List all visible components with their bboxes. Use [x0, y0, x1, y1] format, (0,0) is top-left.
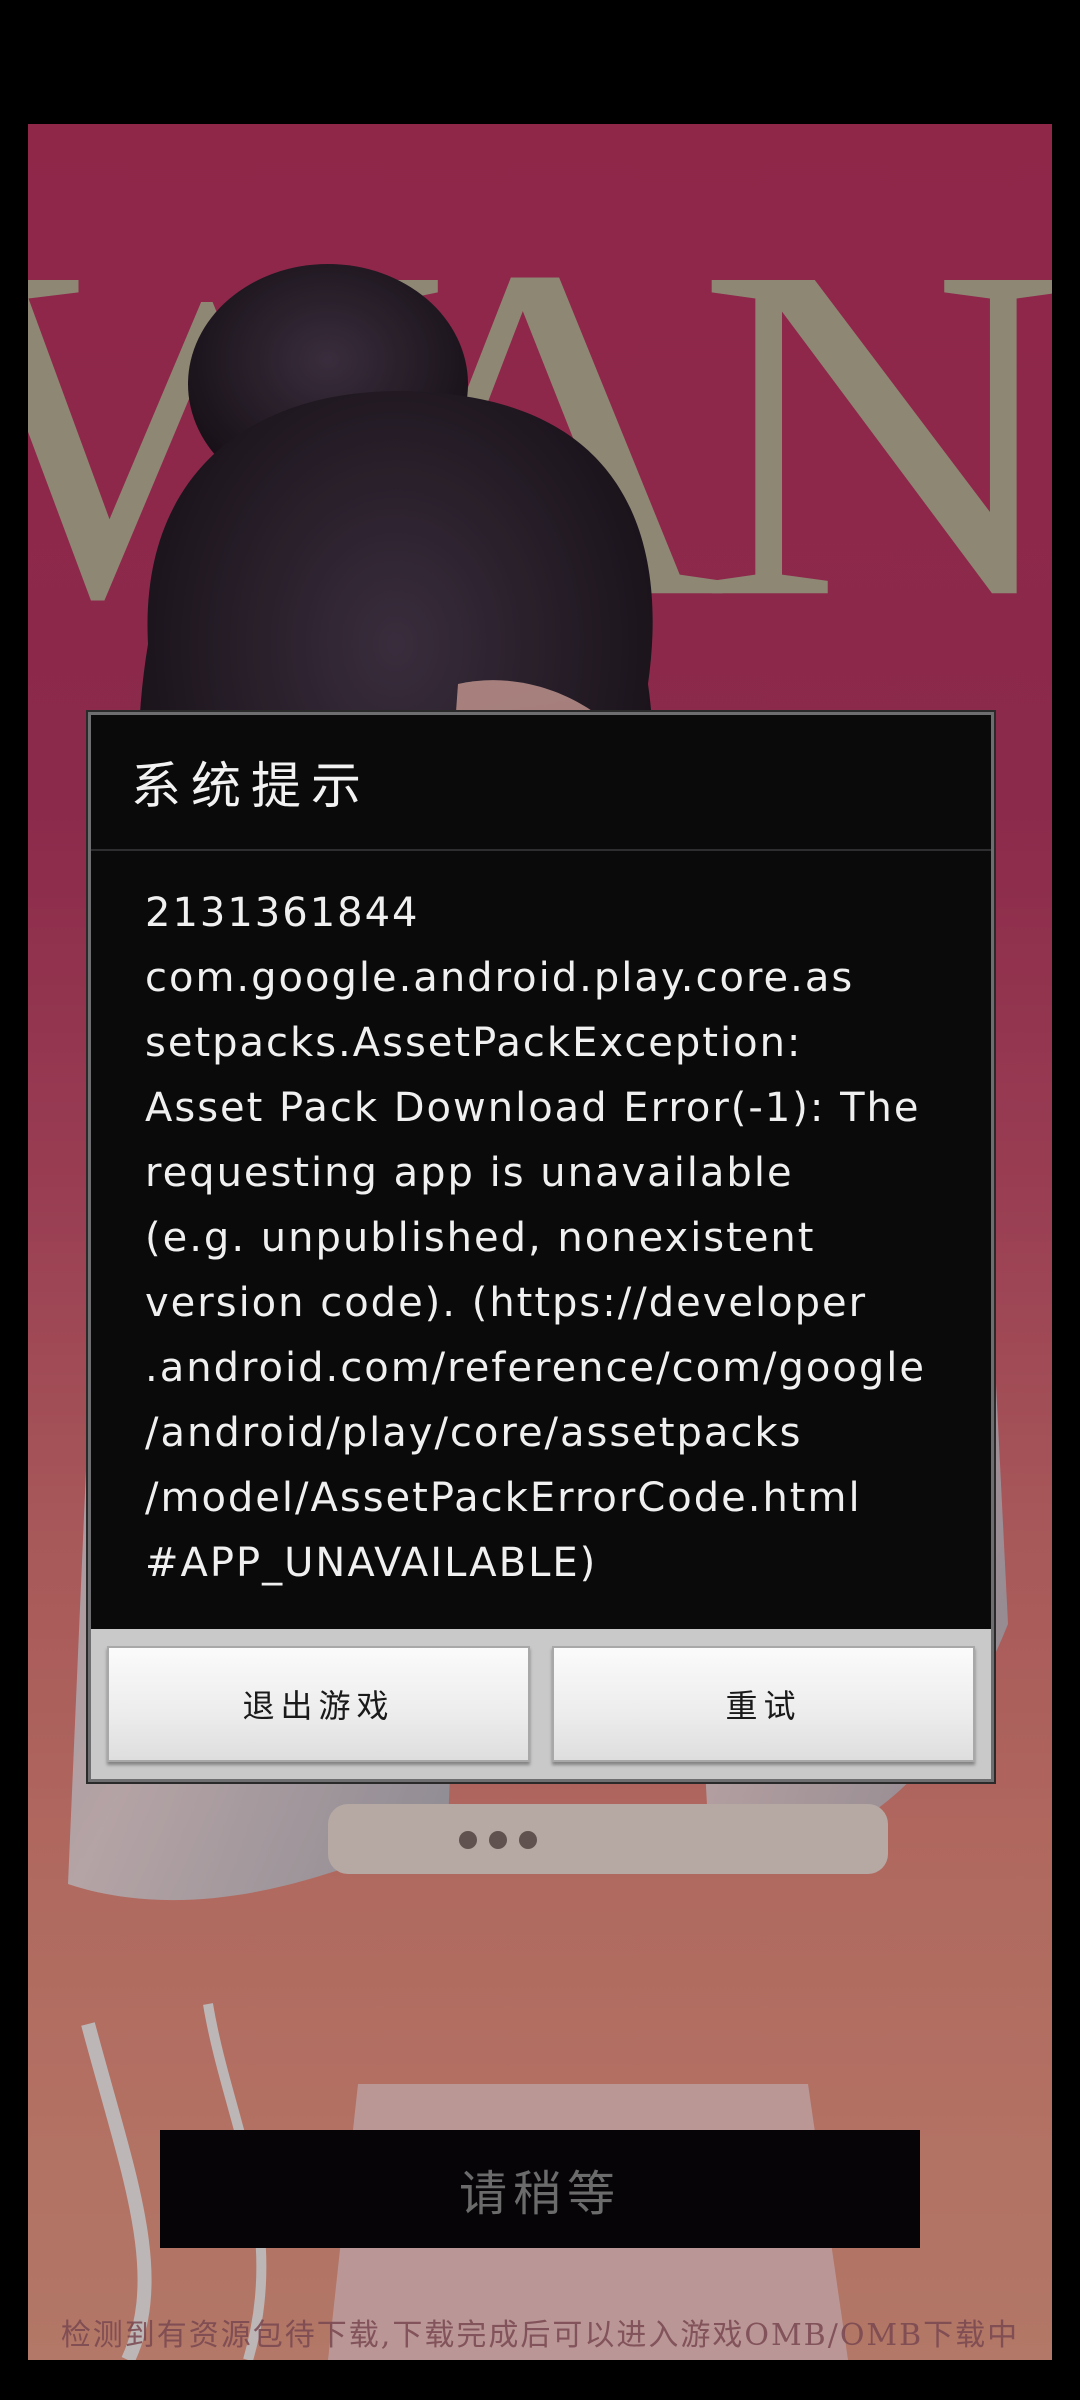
dialog-title: 系统提示: [131, 757, 371, 815]
dialog-button-bar: 退出游戏 重试: [91, 1629, 991, 1779]
dialog-message: 2131361844 com.google.android.play.core.…: [145, 890, 926, 1586]
retry-button[interactable]: 重试: [552, 1646, 975, 1762]
system-alert-dialog: 系统提示 2131361844 com.google.android.play.…: [88, 712, 994, 1782]
please-wait-button[interactable]: 请稍等: [160, 2130, 920, 2248]
download-status-text: 检测到有资源包待下载,下载完成后可以进入游戏OMB/OMB下载中: [60, 2318, 1020, 2353]
dialog-header: 系统提示: [91, 715, 991, 851]
exit-game-button[interactable]: 退出游戏: [107, 1646, 530, 1762]
please-wait-label: 请稍等: [458, 2166, 621, 2222]
app-screen: WANNA: [0, 0, 1080, 2400]
